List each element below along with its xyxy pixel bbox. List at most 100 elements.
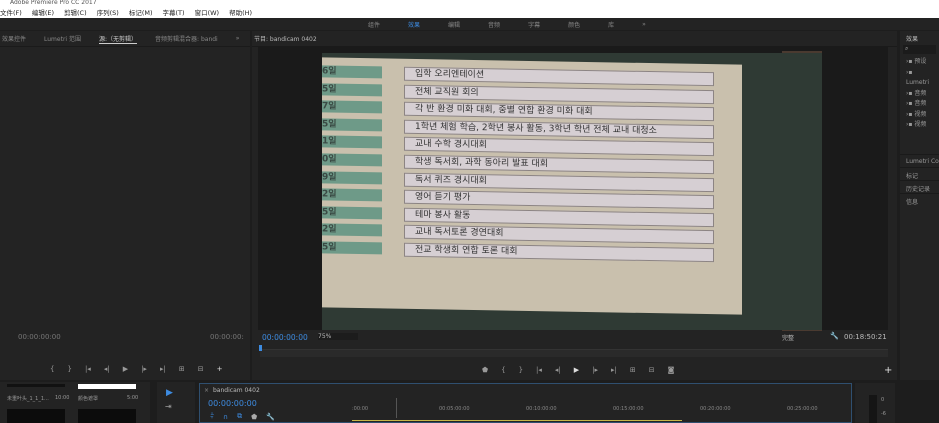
clip-thumb-4[interactable]	[78, 409, 136, 423]
folder-icon: ›▪	[906, 68, 913, 76]
mark-out-icon[interactable]: }	[519, 366, 523, 374]
tab-effect-controls[interactable]: 效果控件	[2, 34, 26, 43]
menu-file[interactable]: 文件(F)	[0, 7, 22, 17]
menu-sequence[interactable]: 序列(S)	[97, 7, 119, 17]
workspace-library[interactable]: 库	[608, 20, 614, 29]
panel-section-tab[interactable]: 信息	[900, 192, 939, 206]
workspace-assembly[interactable]: 组件	[368, 20, 380, 29]
mark-out-icon[interactable]: }	[67, 365, 71, 373]
schedule-event: 영어 듣기 평가	[404, 189, 714, 210]
step-back-icon[interactable]: ◂|	[555, 366, 561, 374]
time-ruler[interactable]: :00:00 00:05:00:00 00:10:00:00 00:15:00:00 0…	[352, 406, 852, 416]
linked-icon[interactable]: ⧉	[237, 412, 242, 421]
program-timecode[interactable]: 00:00:00:00	[262, 333, 308, 342]
panel-section-tab[interactable]: 标记	[900, 166, 939, 180]
wrench-icon[interactable]: 🔧	[266, 413, 275, 421]
schedule-event: 각 반 환경 미화 대회, 중별 연합 환경 미화 대회	[404, 101, 714, 122]
menu-title[interactable]: 字幕(T)	[163, 7, 185, 17]
tab-source[interactable]: 源:（无剪辑）	[99, 34, 138, 44]
add-button[interactable]: +	[884, 365, 892, 376]
schedule-date: 9일	[322, 170, 382, 184]
tools-panel: ▶ ⇥	[157, 382, 195, 423]
go-in-icon[interactable]: |◂	[85, 365, 91, 373]
program-transport: ⬟ {} |◂ ◂| ▶ |▸ ▸| ⊞ ⊟ ◙	[482, 366, 674, 374]
overwrite-icon[interactable]: ⊟	[198, 365, 204, 373]
workspace-more[interactable]: »	[642, 21, 646, 28]
workspace-captions[interactable]: 字幕	[528, 20, 540, 29]
timeline-tab[interactable]: bandicam 0402	[213, 387, 260, 394]
program-tabs: 节目: bandicam 0402	[252, 31, 897, 47]
menu-marker[interactable]: 标记(M)	[129, 7, 153, 17]
menu-clip[interactable]: 剪辑(C)	[64, 7, 87, 17]
workspace-color[interactable]: 颜色	[568, 20, 580, 29]
mark-in-icon[interactable]: {	[501, 366, 505, 374]
lift-icon[interactable]: ⊞	[630, 366, 636, 374]
work-area-bar[interactable]	[352, 420, 682, 421]
nest-icon[interactable]: ⫩	[210, 412, 214, 421]
schedule-date: 1일	[322, 135, 382, 149]
quality-select[interactable]: 完整	[782, 333, 794, 342]
effects-folder[interactable]: ›▪ 视频	[906, 110, 933, 121]
effects-folder[interactable]: ›▪ 音频	[906, 89, 933, 100]
workspace-audio[interactable]: 音频	[488, 20, 500, 29]
marker-icon[interactable]: ⬟	[482, 366, 488, 374]
tab-audio-mixer[interactable]: 音频剪辑混合器: bandi	[155, 34, 218, 43]
menu-window[interactable]: 窗口(W)	[195, 7, 220, 17]
program-scrubber[interactable]	[260, 349, 888, 357]
panel-section-tab[interactable]: 历史记录	[900, 179, 939, 193]
folder-label: 预设	[914, 58, 927, 65]
meter-bar	[869, 395, 877, 423]
snap-icon[interactable]: ∩	[223, 413, 228, 421]
source-timecode[interactable]: 00:00:00:00	[18, 333, 61, 341]
extract-icon[interactable]: ⊟	[649, 366, 655, 374]
tab-lumetri-scopes[interactable]: Lumetri 范围	[44, 34, 81, 43]
schedule-row: 7일 각 반 환경 미화 대회, 중별 연합 환경 미화 대회	[322, 100, 732, 122]
schedule-row: 9일 독서 퀴즈 경시대회	[322, 170, 732, 192]
tab-program[interactable]: 节目: bandicam 0402	[254, 34, 317, 43]
add-button[interactable]: +	[217, 365, 223, 373]
schedule-date: 6일	[322, 65, 382, 79]
track-select-icon[interactable]: ⇥	[165, 402, 172, 411]
effects-search[interactable]: ⌕	[903, 45, 936, 54]
menu-edit[interactable]: 编辑(E)	[32, 7, 54, 17]
effects-panel: 效果 ⌕ ›▪ 预设 ›▪ Lumetri ›▪ 音频 ›▪ 音频 ›▪ 视频 ›▪ 视频…	[900, 31, 939, 380]
step-forward-icon[interactable]: |▸	[141, 365, 147, 373]
play-icon[interactable]: ▶	[574, 366, 579, 374]
insert-icon[interactable]: ⊞	[179, 365, 185, 373]
timeline-panel: × bandicam 0402 00:00:00:00 ⫩ ∩ ⧉ ⬟ 🔧 :00:0…	[199, 383, 852, 423]
marker-icon[interactable]: ⬟	[251, 413, 257, 421]
close-icon[interactable]: ×	[204, 387, 209, 394]
step-forward-icon[interactable]: |▸	[592, 366, 598, 374]
clip-thumb-3[interactable]	[7, 409, 65, 423]
go-out-icon[interactable]: ▸|	[160, 365, 166, 373]
mark-in-icon[interactable]: {	[50, 365, 54, 373]
go-in-icon[interactable]: |◂	[536, 366, 542, 374]
effects-folder[interactable]: ›▪ 预设	[906, 57, 933, 68]
clip-thumb-1[interactable]	[7, 384, 65, 387]
effects-folder[interactable]: ›▪ 音频	[906, 99, 933, 110]
effects-folder[interactable]: ›▪ Lumetri	[906, 68, 933, 89]
camera-icon[interactable]: ◙	[668, 366, 675, 374]
schedule-row: 2일 교내 독서토론 경연대회	[322, 223, 732, 245]
tabs-overflow[interactable]: »	[236, 35, 240, 42]
effects-folder[interactable]: ›▪ 视频	[906, 120, 933, 131]
program-duration: 00:18:50:21	[844, 333, 887, 341]
zoom-select[interactable]: 75%	[318, 333, 358, 340]
folder-label: 视频	[914, 110, 927, 118]
wrench-icon[interactable]: 🔧	[830, 332, 839, 340]
timeline-timecode[interactable]: 00:00:00:00	[208, 399, 257, 408]
folder-label: 音频	[914, 89, 927, 97]
workspace-effects[interactable]: 效果	[408, 20, 420, 29]
go-out-icon[interactable]: ▸|	[611, 366, 617, 374]
clip-thumb-2[interactable]	[78, 384, 136, 389]
schedule-date: 0일	[322, 153, 382, 167]
workspace-editing[interactable]: 编辑	[448, 20, 460, 29]
playhead[interactable]	[259, 345, 262, 351]
step-back-icon[interactable]: ◂|	[104, 365, 110, 373]
schedule-row: 6일 입학 오리엔테이션	[322, 65, 732, 87]
play-icon[interactable]: ▶	[123, 365, 128, 373]
selection-tool-icon[interactable]: ▶	[166, 388, 173, 398]
panel-section-tab[interactable]: Lumetri Color	[900, 153, 939, 167]
source-duration: 00:00:00:	[210, 333, 244, 341]
menu-help[interactable]: 帮助(H)	[229, 7, 252, 17]
